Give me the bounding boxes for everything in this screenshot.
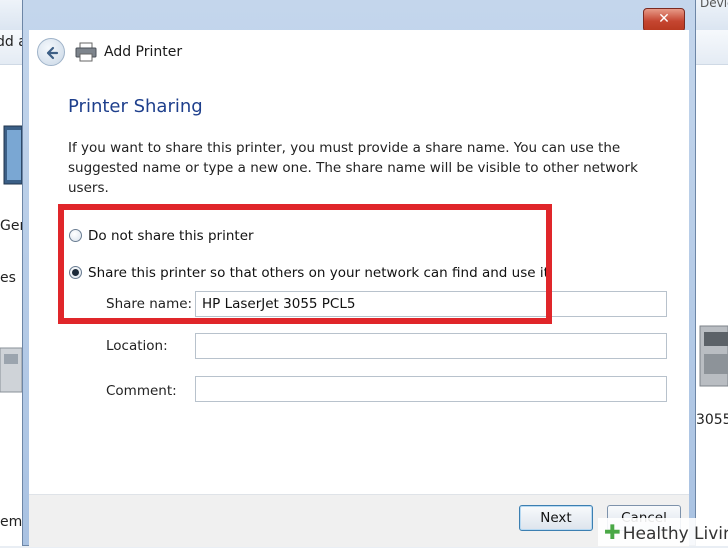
share-name-label: Share name: — [106, 296, 193, 312]
radio-no-share-label: Do not share this printer — [88, 228, 254, 244]
share-name-input[interactable]: HP LaserJet 3055 PCL5 — [195, 291, 667, 317]
comment-input[interactable] — [195, 376, 667, 402]
printer-device-icon — [699, 325, 728, 387]
dialog-content: Printer Sharing If you want to share thi… — [29, 74, 689, 494]
page-title: Printer Sharing — [68, 96, 203, 117]
radio-no-share[interactable]: Do not share this printer — [69, 228, 254, 244]
dialog-title: Add Printer — [104, 44, 183, 60]
watermark: ✚Healthy Living — [598, 518, 728, 546]
plus-icon: ✚ — [604, 520, 621, 544]
radio-share-label: Share this printer so that others on you… — [88, 265, 549, 281]
next-button[interactable]: Next — [519, 505, 593, 531]
radio-no-share-button[interactable] — [69, 229, 82, 242]
printer-icon — [75, 42, 97, 62]
fax-icon — [0, 347, 23, 393]
dialog-titlebar: ✕ — [23, 0, 695, 32]
background-title-text: Devic — [700, 0, 728, 10]
dialog-footer: Next Cancel — [29, 494, 689, 547]
location-label: Location: — [106, 338, 168, 354]
radio-share-button[interactable] — [69, 266, 82, 279]
radio-share[interactable]: Share this printer so that others on you… — [69, 265, 549, 281]
background-section-label: es — [0, 270, 16, 286]
add-printer-dialog: ✕ Add Printer Printer Sharing If you wan… — [22, 0, 696, 547]
monitor-icon — [3, 125, 23, 185]
back-arrow-icon — [46, 46, 59, 60]
watermark-text: Healthy Living — [622, 524, 728, 544]
back-button[interactable] — [37, 38, 65, 66]
comment-label: Comment: — [106, 383, 177, 399]
description-text: If you want to share this printer, you m… — [68, 140, 638, 196]
close-button[interactable]: ✕ — [643, 8, 685, 32]
location-input[interactable] — [195, 333, 667, 359]
dialog-header: Add Printer — [29, 30, 689, 74]
